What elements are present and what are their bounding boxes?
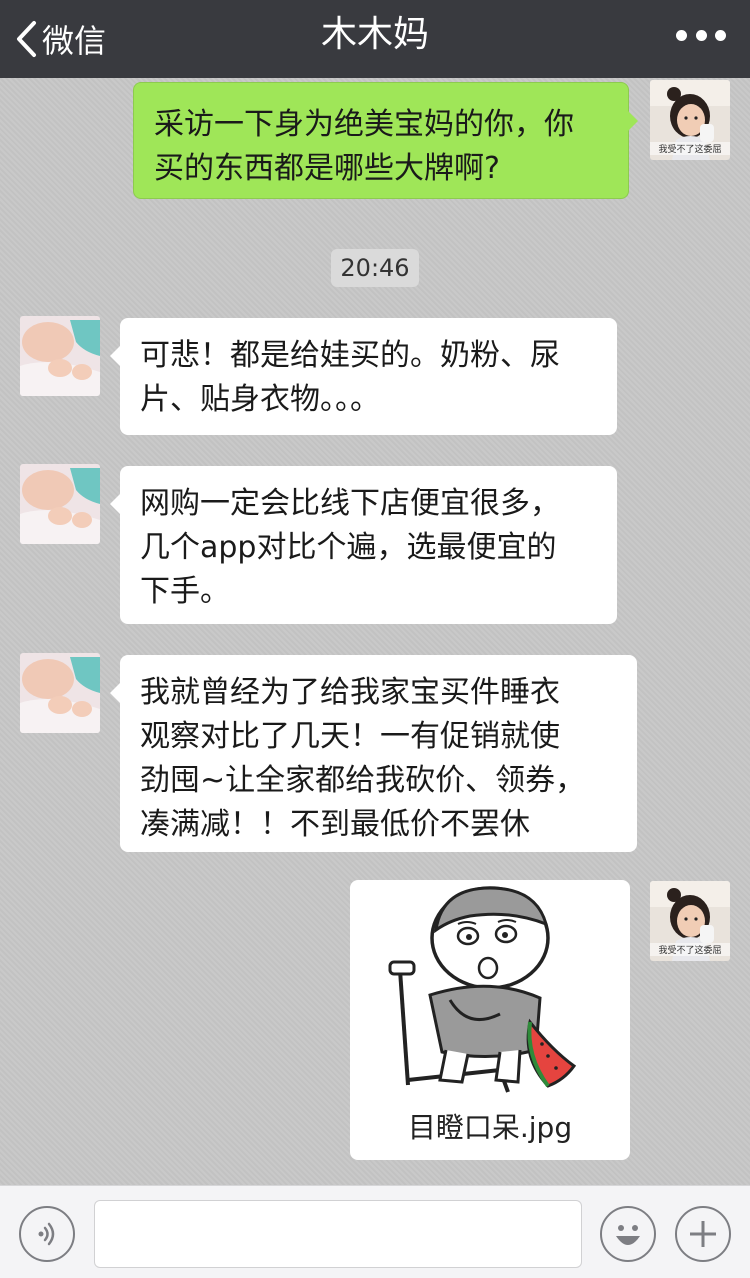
message-line: 我就曾经为了给我家宝买件睡衣 (140, 675, 560, 710)
received-message-bubble[interactable]: 我就曾经为了给我家宝买件睡衣 观察对比了几天！一有促销就使 劲囤~让全家都给我砍… (110, 655, 637, 852)
message-list[interactable]: 我受不了这委屈 采访一下身为绝美宝妈的你，你 买的东西都是哪些大牌啊? 20:4… (0, 78, 750, 1185)
message-line: 买的东西都是哪些大牌啊? (154, 151, 500, 186)
message-line: 网购一定会比线下店便宜很多， (140, 486, 560, 521)
girl-avatar[interactable]: 我受不了这委屈 (650, 80, 730, 160)
more-dot-icon (715, 29, 726, 41)
message-input[interactable] (94, 1200, 582, 1268)
girl-avatar-caption: 我受不了这委屈 (658, 944, 721, 956)
sent-message-bubble[interactable]: 采访一下身为绝美宝妈的你，你 买的东西都是哪些大牌啊? (133, 82, 638, 199)
nav-bar: 微信 木木妈 (0, 0, 750, 78)
more-dot-icon (676, 29, 687, 41)
baby-avatar[interactable] (20, 653, 100, 733)
sticker-image-message[interactable]: 目瞪口呆.jpg (350, 880, 630, 1160)
message-line: 观察对比了几天！一有促销就使 (140, 719, 560, 754)
girl-avatar-caption: 我受不了这委屈 (658, 143, 721, 155)
chat-title: 木木妈 (320, 14, 429, 55)
message-line: 下手。 (140, 574, 230, 609)
message-line: 片、贴身衣物。。。 (140, 382, 380, 417)
more-dot-icon (695, 29, 707, 41)
baby-avatar[interactable] (20, 464, 100, 544)
message-line: 几个app对比个遍，选最便宜的 (140, 530, 557, 565)
baby-avatar[interactable] (20, 316, 100, 396)
message-line: 劲囤~让全家都给我砍价、领券， (140, 763, 586, 798)
received-message-bubble[interactable]: 网购一定会比线下店便宜很多， 几个app对比个遍，选最便宜的 下手。 (110, 466, 617, 624)
voice-button[interactable] (19, 1206, 75, 1262)
girl-avatar[interactable]: 我受不了这委屈 (650, 881, 730, 961)
message-line: 凑满减！！不到最低价不罢休 (140, 807, 530, 842)
back-button[interactable]: 微信 (14, 0, 106, 78)
more-functions-button[interactable] (675, 1206, 731, 1262)
plus-icon (690, 1221, 716, 1247)
message-line: 采访一下身为绝美宝妈的你，你 (154, 107, 574, 142)
input-bar (0, 1185, 750, 1278)
message-line: 可悲！都是给娃买的。奶粉、尿 (140, 338, 560, 373)
timestamp-badge: 20:46 (331, 249, 419, 287)
shocked-cartoon-sticker (388, 886, 577, 1093)
voice-icon (38, 1222, 55, 1246)
emoji-icon (616, 1225, 640, 1245)
emoji-button[interactable] (600, 1206, 656, 1262)
more-options-button[interactable] (676, 25, 726, 45)
back-label: 微信 (42, 22, 107, 60)
sticker-caption: 目瞪口呆.jpg (407, 1111, 573, 1144)
received-message-bubble[interactable]: 可悲！都是给娃买的。奶粉、尿 片、贴身衣物。。。 (110, 318, 617, 435)
chevron-left-icon (17, 21, 36, 57)
